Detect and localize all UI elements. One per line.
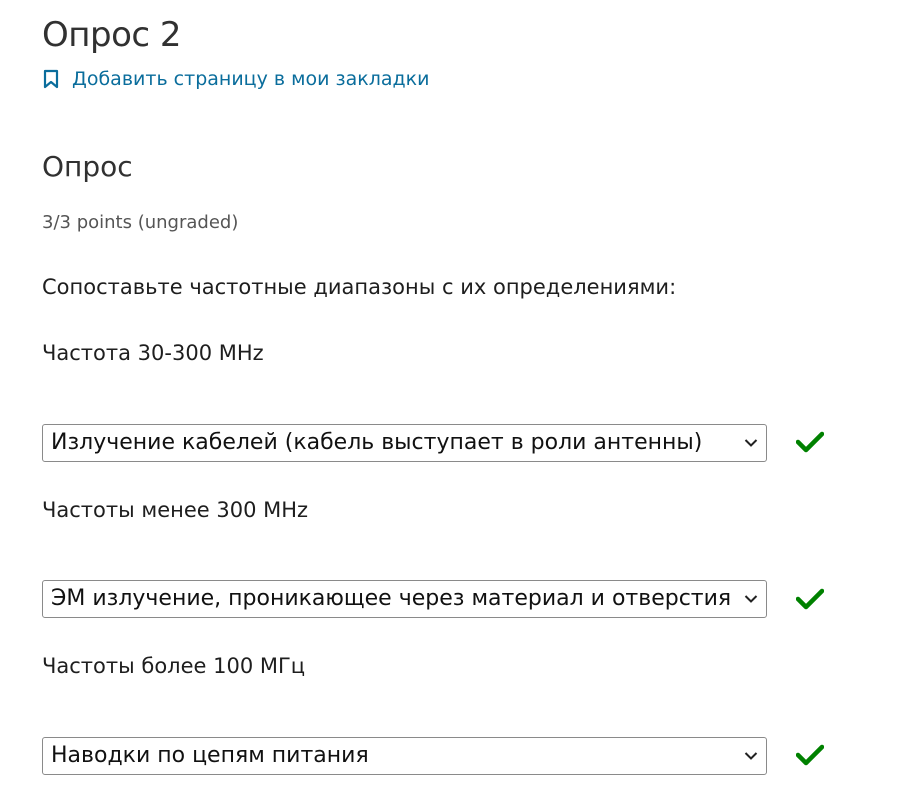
chevron-down-icon — [736, 738, 766, 774]
question-label: Частоты более 100 МГц — [42, 654, 306, 678]
bookmark-link[interactable]: Добавить страницу в мои закладки — [42, 68, 429, 90]
chevron-down-icon — [736, 581, 766, 617]
bookmark-label: Добавить страницу в мои закладки — [72, 68, 430, 90]
problem-heading: Опрос — [42, 150, 133, 183]
checkmark-icon — [795, 430, 825, 454]
select-value: Излучение кабелей (кабель выступает в ро… — [51, 430, 703, 455]
select-value: ЭМ излучение, проникающее через материал… — [51, 586, 732, 611]
question-label: Частоты менее 300 MHz — [42, 498, 309, 522]
points-status: 3/3 points (ungraded) — [42, 212, 239, 233]
checkmark-icon — [795, 743, 825, 767]
bookmark-icon — [42, 69, 60, 89]
question-label: Частота 30-300 MHz — [42, 341, 264, 365]
answer-select[interactable]: ЭМ излучение, проникающее через материал… — [42, 580, 767, 618]
problem-prompt: Сопоставьте частотные диапазоны с их опр… — [42, 275, 677, 299]
select-value: Наводки по цепям питания — [51, 743, 369, 768]
answer-select[interactable]: Наводки по цепям питания — [42, 737, 767, 775]
page-title: Опрос 2 — [42, 15, 182, 55]
chevron-down-icon — [736, 425, 766, 461]
checkmark-icon — [795, 587, 825, 611]
answer-select[interactable]: Излучение кабелей (кабель выступает в ро… — [42, 424, 767, 462]
